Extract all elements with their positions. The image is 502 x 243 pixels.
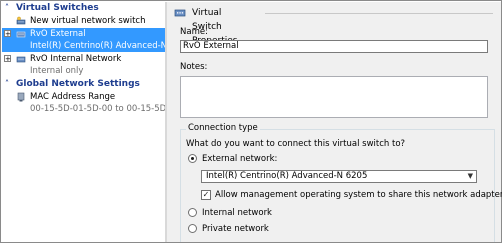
- private-network-radio[interactable]: [188, 224, 197, 233]
- hyperv-virtual-switch-manager: ˄ Virtual Switches New virtual network s…: [0, 0, 502, 243]
- section-global-network-settings[interactable]: ˄ Global Network Settings: [2, 78, 165, 90]
- external-adapter-select[interactable]: Intel(R) Centrino(R) Advanced-N 6205 ▼: [201, 170, 477, 183]
- internal-network-radio[interactable]: [188, 208, 197, 217]
- tree-item-new-switch[interactable]: New virtual network switch: [2, 15, 165, 27]
- chevron-down-icon[interactable]: ▼: [468, 171, 473, 182]
- internal-switch-name: RvO Internal Network: [30, 54, 122, 64]
- connection-type-label: Connection type: [186, 123, 260, 133]
- section-virtual-switches-label: Virtual Switches: [16, 3, 99, 13]
- new-switch-icon: [16, 16, 26, 25]
- tree-item-internal-switch[interactable]: + RvO Internal Network Internal only: [2, 53, 165, 77]
- section-global-label: Global Network Settings: [16, 79, 140, 89]
- properties-panel: Virtual Switch Properties Name: RvO Exte…: [167, 2, 502, 242]
- external-switch-name: RvO External: [30, 29, 86, 39]
- external-network-radio[interactable]: [188, 154, 197, 163]
- virtual-switch-icon: [174, 9, 186, 17]
- tree-item-new-switch-label: New virtual network switch: [30, 16, 146, 26]
- tree-item-mac-range[interactable]: MAC Address Range 00-15-5D-01-5D-00 to 0…: [2, 91, 165, 115]
- notes-label: Notes:: [180, 62, 208, 72]
- allow-management-label: Allow management operating system to sha…: [215, 190, 502, 200]
- name-input[interactable]: RvO External: [180, 40, 488, 53]
- allow-management-checkbox[interactable]: ✓: [201, 190, 211, 200]
- internal-network-label: Internal network: [202, 208, 272, 218]
- mac-range-detail: 00-15-5D-01-5D-00 to 00-15-5D-0...: [30, 104, 165, 114]
- internal-switch-detail: Internal only: [30, 66, 84, 76]
- section-virtual-switches[interactable]: ˄ Virtual Switches: [2, 2, 165, 14]
- private-network-label: Private network: [202, 224, 269, 234]
- external-switch-adapter: Intel(R) Centrino(R) Advanced-N 6...: [30, 41, 165, 51]
- header-divider: [265, 13, 493, 14]
- collapse-chevron-icon[interactable]: ˄: [5, 2, 9, 14]
- network-switch-icon: [16, 31, 26, 38]
- external-network-label: External network:: [202, 154, 278, 164]
- network-switch-icon: [16, 56, 26, 63]
- external-adapter-value: Intel(R) Centrino(R) Advanced-N 6205: [206, 171, 368, 181]
- mac-range-name: MAC Address Range: [30, 92, 116, 102]
- tree-item-external-switch[interactable]: + RvO External Intel(R) Centrino(R) Adva…: [2, 28, 165, 52]
- network-adapter-icon: [17, 92, 25, 102]
- connection-question: What do you want to connect this virtual…: [186, 139, 406, 149]
- name-label: Name:: [180, 27, 208, 37]
- expand-plus-icon[interactable]: +: [4, 55, 11, 63]
- expand-plus-icon[interactable]: +: [4, 30, 11, 38]
- switch-tree: ˄ Virtual Switches New virtual network s…: [2, 2, 165, 242]
- notes-textarea[interactable]: [180, 76, 488, 118]
- collapse-chevron-icon[interactable]: ˄: [5, 78, 9, 90]
